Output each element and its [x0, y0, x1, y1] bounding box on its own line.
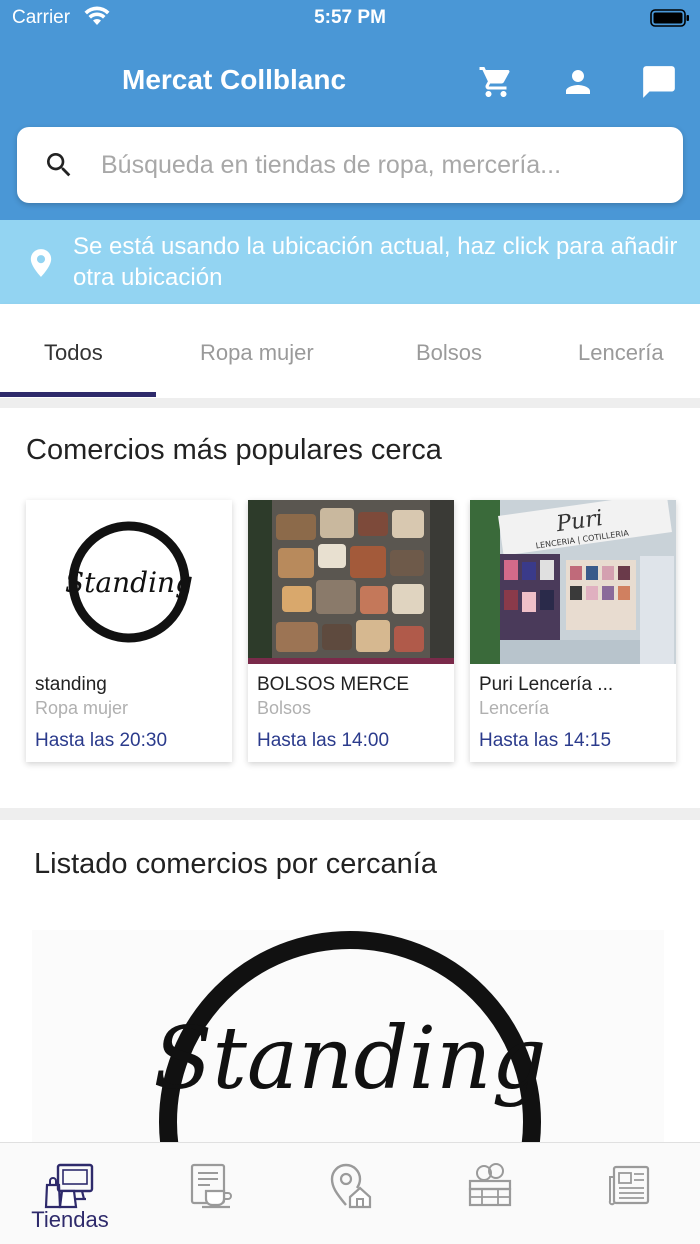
- popular-section: Comercios más populares cerca Standing s…: [0, 408, 700, 808]
- store-category: Bolsos: [257, 698, 312, 718]
- section-title-popular: Comercios más populares cerca: [26, 434, 442, 466]
- section-title-listing: Listado comercios por cercanía: [34, 848, 437, 880]
- app-title: Mercat Collblanc: [122, 64, 347, 95]
- category-tabs: Todos Ropa mujer Bolsos Lencería: [0, 304, 700, 398]
- tab-lenceria[interactable]: Lencería: [578, 340, 664, 366]
- user-icon: [566, 70, 590, 94]
- store-hours: Hasta las 14:15: [479, 730, 612, 751]
- nav-label: Tiendas: [31, 1207, 109, 1232]
- bags-photo: [248, 500, 454, 664]
- active-tab-indicator: [0, 392, 156, 397]
- cafe-icon: [190, 1163, 232, 1209]
- store-icon: [44, 1163, 94, 1209]
- lingerie-store-photo: Puri LENCERIA | COTILLERIA: [470, 500, 676, 664]
- store-hours: Hasta las 20:30: [35, 730, 168, 751]
- store-category: Lencería: [479, 698, 550, 718]
- standing-logo-image: Standing: [65, 521, 193, 643]
- nav-news[interactable]: [560, 1143, 700, 1244]
- market-icon: [468, 1163, 512, 1207]
- nav-market[interactable]: [420, 1143, 560, 1244]
- store-logo: Standing: [26, 500, 232, 664]
- location-banner[interactable]: Se está usando la ubicación actual, haz …: [0, 220, 700, 304]
- store-name: BOLSOS MERCE: [257, 674, 410, 695]
- standing-logo-text: Standing: [65, 566, 193, 599]
- messages-button[interactable]: [637, 60, 681, 104]
- store-name: standing: [35, 674, 107, 695]
- cart-button[interactable]: [474, 60, 518, 104]
- battery-icon: [650, 9, 689, 27]
- cart-icon: [479, 67, 510, 97]
- nav-cafe[interactable]: [140, 1143, 280, 1244]
- store-photo: Puri LENCERIA | COTILLERIA: [470, 500, 676, 664]
- store-card-standing[interactable]: Standing standing Ropa mujer Hasta las 2…: [26, 500, 232, 762]
- location-message: Se está usando la ubicación actual, haz …: [73, 233, 678, 291]
- search-bar[interactable]: [17, 127, 683, 203]
- divider: [0, 398, 700, 408]
- tab-todos[interactable]: Todos: [44, 340, 103, 366]
- tab-ropa-mujer[interactable]: Ropa mujer: [200, 340, 314, 366]
- chat-icon: [643, 66, 675, 98]
- search-icon: [47, 153, 71, 177]
- search-input[interactable]: [101, 145, 661, 185]
- app-header: Carrier 5:57 PM Mercat Collblanc: [0, 0, 700, 220]
- nav-tiendas[interactable]: Tiendas: [0, 1143, 140, 1244]
- store-card-bolsos-merce[interactable]: BOLSOS MERCE Bolsos Hasta las 14:00: [248, 500, 454, 762]
- store-listing-banner[interactable]: Standing: [32, 930, 664, 1150]
- divider: [0, 808, 700, 820]
- store-name: Puri Lencería ...: [479, 674, 614, 695]
- store-hours: Hasta las 14:00: [257, 730, 390, 751]
- status-bar: Carrier 5:57 PM: [0, 0, 700, 36]
- nearby-listing-section: Listado comercios por cercanía Standing: [0, 820, 700, 1150]
- profile-button[interactable]: [556, 60, 600, 104]
- standing-logo-text: Standing: [153, 1009, 546, 1109]
- store-category: Ropa mujer: [35, 698, 129, 718]
- store-card-puri-lenceria[interactable]: Puri LENCERIA | COTILLERIA Puri Lencería…: [470, 500, 676, 762]
- location-home-icon: [330, 1163, 372, 1209]
- tab-bolsos[interactable]: Bolsos: [416, 340, 482, 366]
- bottom-navigation: Tiendas: [0, 1142, 700, 1244]
- news-icon: [608, 1165, 650, 1206]
- store-photo: [248, 500, 454, 664]
- standing-logo-image: Standing: [153, 931, 547, 1150]
- nav-location-home[interactable]: [280, 1143, 420, 1244]
- location-pin-icon: [30, 249, 52, 277]
- clock: 5:57 PM: [314, 7, 386, 28]
